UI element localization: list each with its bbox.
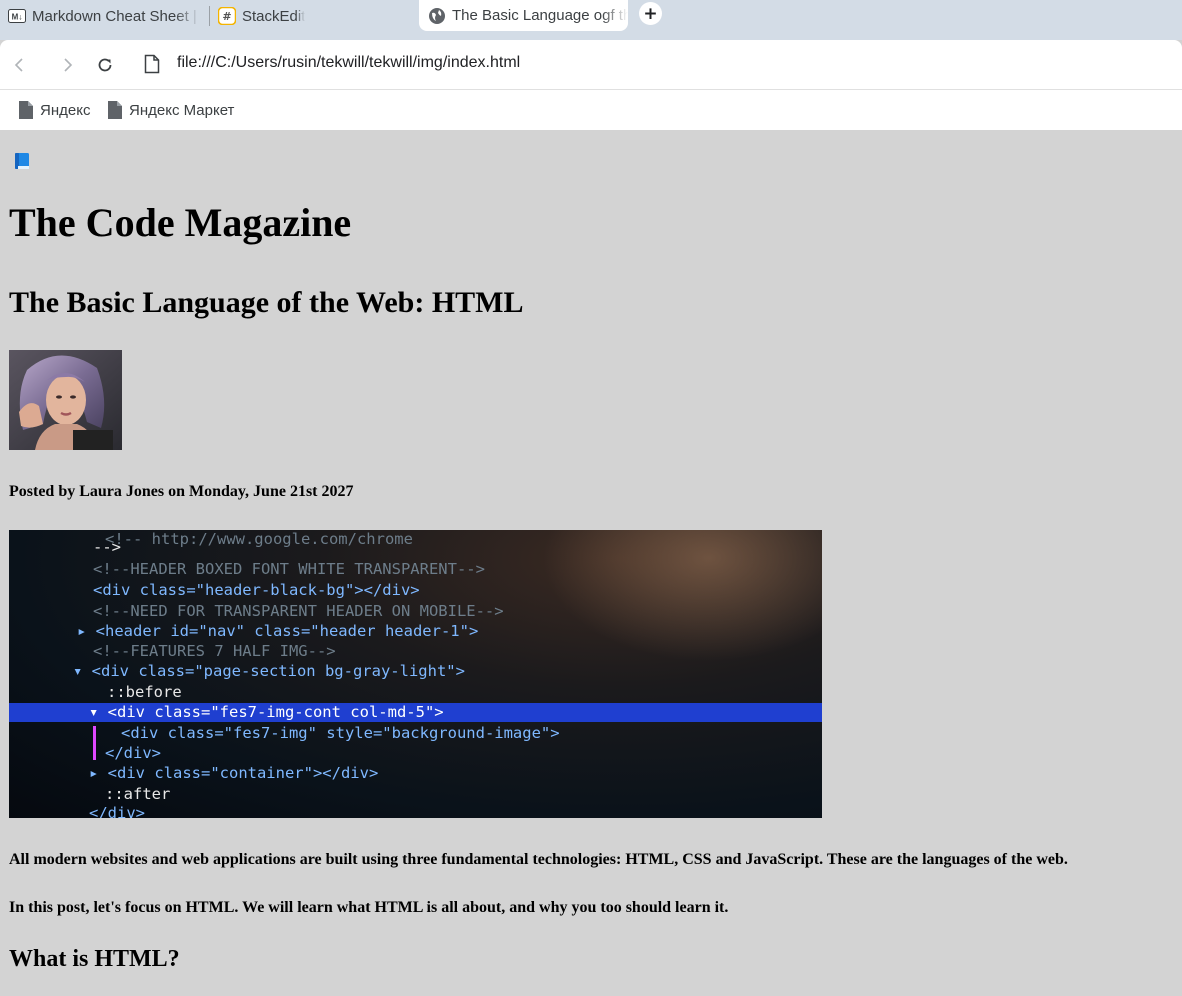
bookmark-yandex-market[interactable]: Яндекс Маркет [108,101,234,119]
focus-paragraph: In this post, let's focus on HTML. We wi… [9,899,729,916]
code-line: ▸ <header id="nav" class="header header-… [77,622,479,640]
address-bar[interactable]: file:///C:/Users/rusin/tekwill/tekwill/i… [177,54,520,72]
code-line: ::after [105,785,171,803]
chevron-right-icon [64,58,73,72]
code-screenshot: <!-- http://www.google.com/chrome --> <!… [9,530,822,818]
site-title: The Code Magazine [9,200,352,245]
code-line: <div class="header-black-bg"></div> [93,581,420,599]
markdown-icon: M↓ [8,7,26,25]
code-line: </div> [105,744,161,762]
code-line: ▾ <div class="fes7-img-cont col-md-5"> [89,703,444,721]
back-button[interactable] [7,52,33,78]
reload-button[interactable] [92,52,118,78]
tab-markdown-cheat-sheet[interactable]: M↓ Markdown Cheat Sheet | I [8,0,200,32]
code-line: <div class="fes7-img" style="background-… [121,724,560,742]
code-line: <!-- http://www.google.com/chrome [105,530,413,548]
reload-icon [98,58,112,72]
selection-guide [93,726,96,760]
code-line: <!--HEADER BOXED FONT WHITE TRANSPARENT-… [93,560,485,578]
intro-paragraph: All modern websites and web applications… [9,851,1068,868]
document-icon [108,101,122,119]
svg-text:M↓: M↓ [12,13,23,22]
code-line: ::before [107,683,182,701]
section-heading: What is HTML? [9,946,180,972]
author-photo [9,350,122,450]
code-line: <!--FEATURES 7 HALF IMG--> [93,642,336,660]
tab-title: The Basic Language ogf th [452,7,628,24]
stackedit-icon: # [218,7,236,25]
post-byline: Posted by Laura Jones on Monday, June 21… [9,483,354,500]
chevron-left-icon [14,58,23,72]
tab-separator [209,6,210,26]
tab-strip: M↓ Markdown Cheat Sheet | I # StackEdit … [0,0,1182,40]
browser-toolbar: file:///C:/Users/rusin/tekwill/tekwill/i… [0,40,1182,89]
file-icon[interactable] [144,54,160,79]
bookmark-label: Яндекс Маркет [129,101,235,119]
tab-title: Markdown Cheat Sheet | I [32,7,200,25]
bokeh-light [529,530,822,670]
bookmarks-bar: Яндекс Яндекс Маркет [0,89,1182,130]
tab-stackedit[interactable]: # StackEdit [218,0,408,32]
new-tab-button[interactable]: + [639,2,662,25]
post-title: The Basic Language of the Web: HTML [9,286,524,319]
code-line: ▾ <div class="page-section bg-gray-light… [73,662,465,680]
code-line: ▸ <div class="container"></div> [89,764,379,782]
document-icon [19,101,33,119]
forward-button[interactable] [54,52,80,78]
globe-icon [428,7,446,25]
code-line: <!--NEED FOR TRANSPARENT HEADER ON MOBIL… [93,602,504,620]
bookmark-label: Яндекс [40,101,91,119]
bookmark-yandex[interactable]: Яндекс [19,101,90,119]
code-line: --> [93,538,121,556]
blue-book-icon [15,153,29,169]
tab-basic-language[interactable]: The Basic Language ogf th [419,0,628,31]
code-line: </div> [89,804,145,818]
svg-text:#: # [222,10,231,23]
tab-title: StackEdit [242,7,306,25]
